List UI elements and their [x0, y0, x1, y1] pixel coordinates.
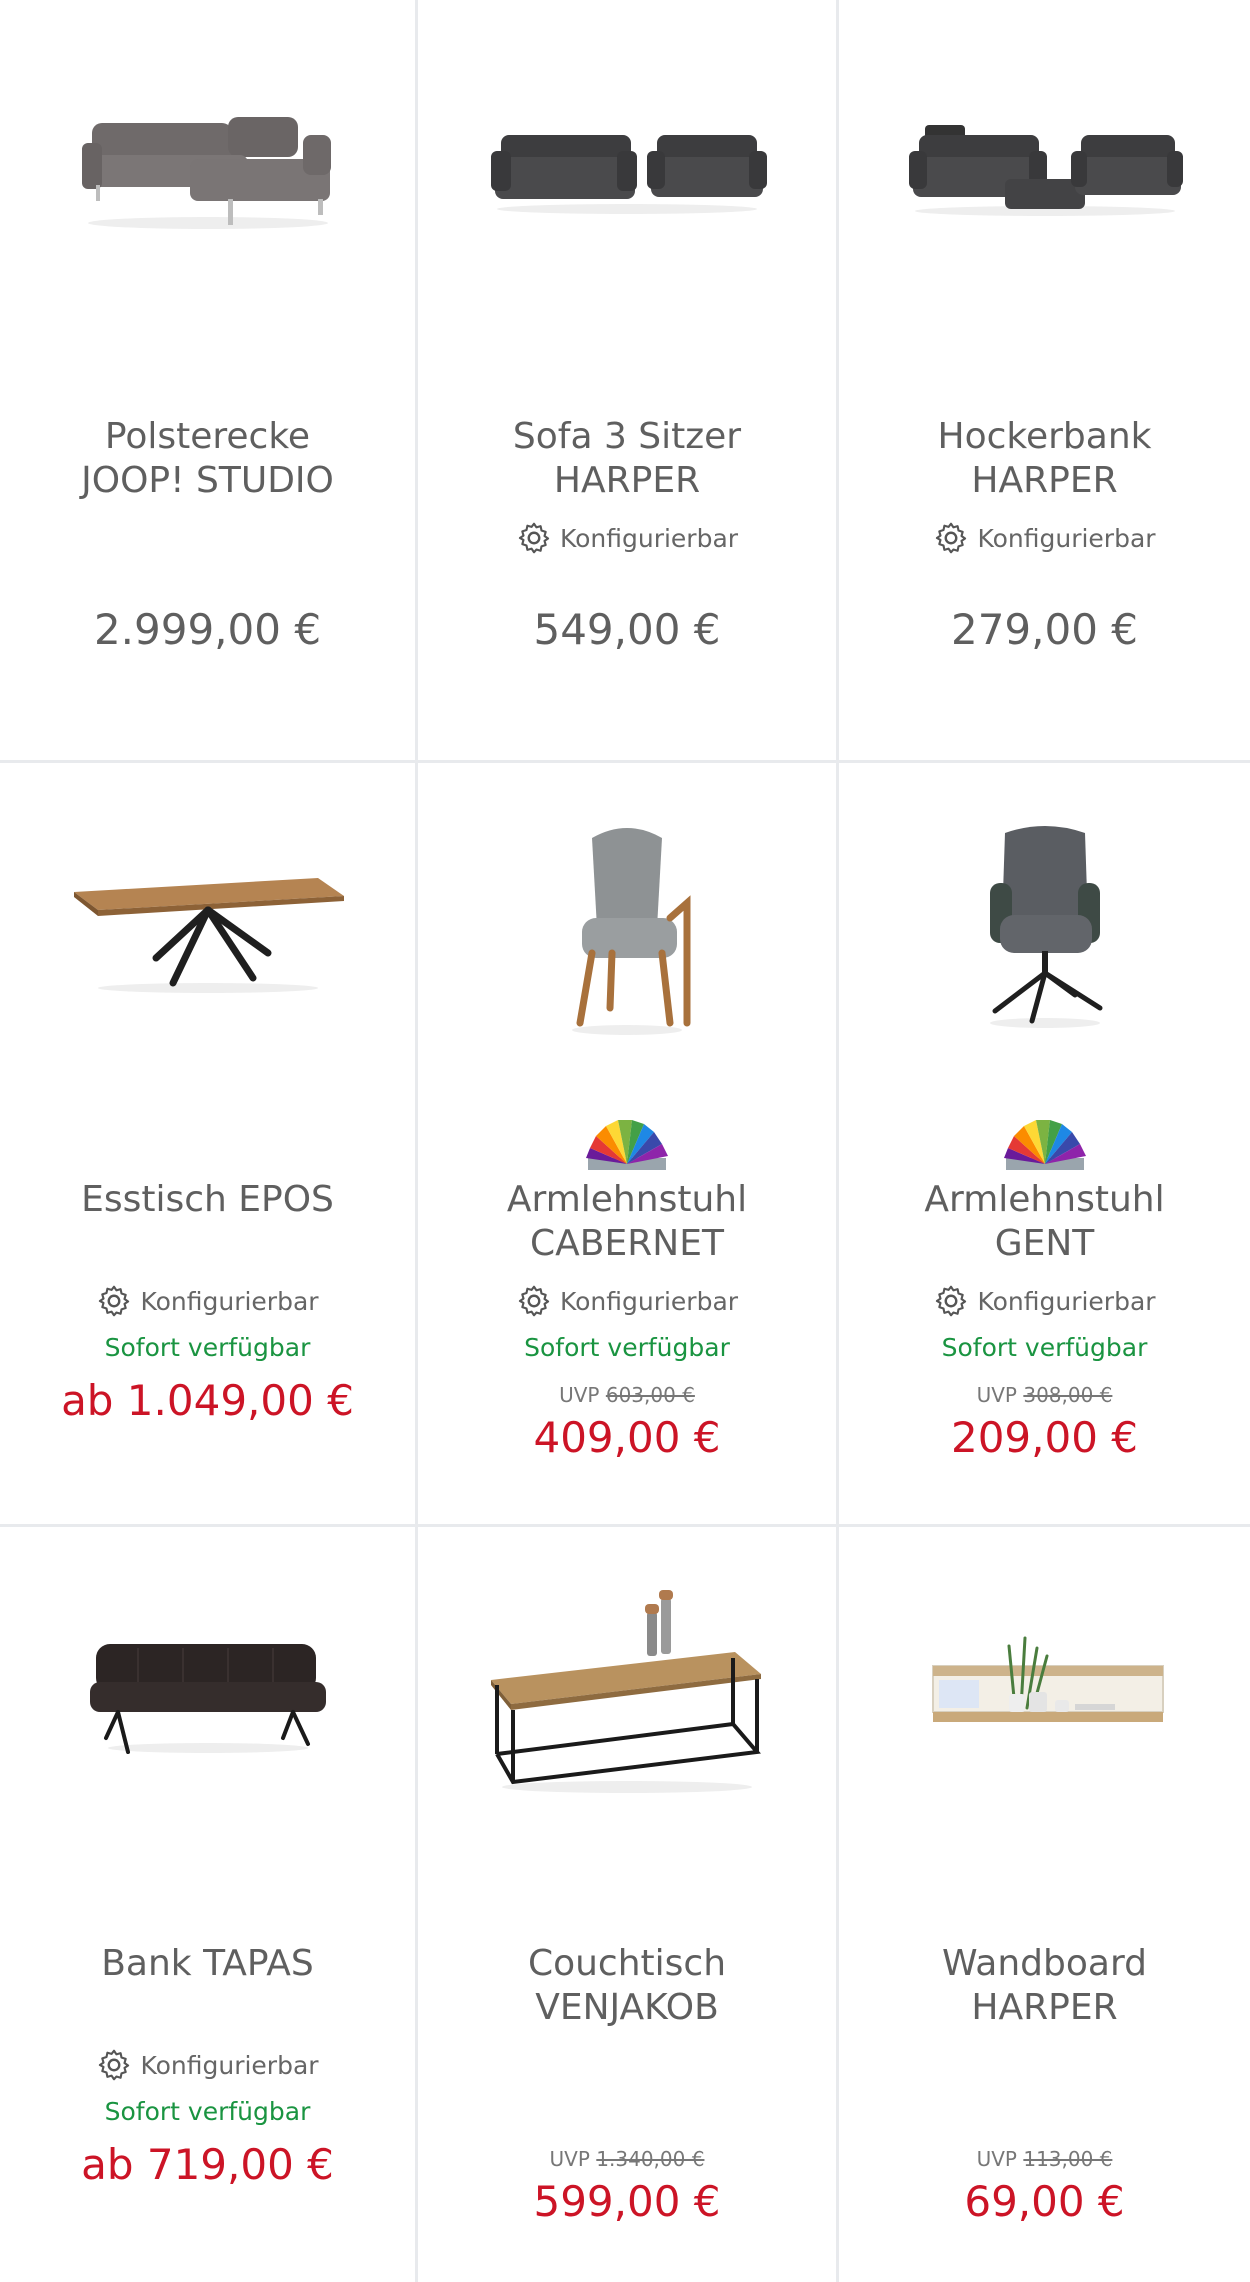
- product-title[interactable]: Armlehnstuhl CABERNET: [428, 1178, 826, 1266]
- product-card[interactable]: Couchtisch VENJAKOB UVP 1.340,00 € 599,0…: [418, 1527, 839, 2282]
- product-image-armchair[interactable]: [418, 763, 836, 1093]
- gear-icon: [99, 2049, 130, 2081]
- uvp-value: 113,00 €: [1023, 2147, 1113, 2171]
- product-price: ab 719,00 €: [81, 2140, 334, 2189]
- product-card[interactable]: Armlehnstuhl CABERNET Konfigurierbar Sof…: [418, 763, 839, 1527]
- configurable-label: Konfigurierbar: [559, 523, 739, 553]
- product-price: 599,00 €: [533, 2177, 721, 2226]
- product-title[interactable]: Couchtisch VENJAKOB: [428, 1942, 826, 2030]
- configurable-badge: Konfigurierbar: [0, 1283, 415, 1319]
- product-card[interactable]: Sofa 3 Sitzer HARPER Konfigurierbar 549,…: [418, 0, 839, 763]
- product-price: 549,00 €: [533, 605, 721, 654]
- gear-icon: [518, 1285, 550, 1317]
- product-price: ab 1.049,00 €: [61, 1376, 354, 1425]
- uvp-value: 603,00 €: [605, 1383, 695, 1407]
- product-image-bench[interactable]: [0, 1527, 415, 1857]
- product-price: 69,00 €: [964, 2177, 1125, 2226]
- product-image-sofa[interactable]: [418, 0, 836, 330]
- configurable-badge: Konfigurierbar: [839, 520, 1250, 556]
- configurable-label: Konfigurierbar: [977, 1286, 1156, 1316]
- gear-icon: [99, 1285, 130, 1317]
- availability-label: Sofort verfügbar: [104, 2097, 311, 2126]
- uvp-price: UVP 1.340,00 €: [418, 2147, 836, 2171]
- configurable-label: Konfigurierbar: [140, 2050, 319, 2080]
- product-card[interactable]: Polsterecke JOOP! STUDIO 2.999,00 €: [0, 0, 418, 763]
- product-title[interactable]: Bank TAPAS: [10, 1942, 405, 1986]
- color-fan-icon: [586, 1120, 668, 1170]
- availability-label: Sofort verfügbar: [104, 1333, 311, 1362]
- product-price: 279,00 €: [950, 605, 1139, 654]
- configurable-badge: Konfigurierbar: [418, 520, 836, 556]
- product-title[interactable]: Esstisch EPOS: [10, 1178, 405, 1222]
- product-title[interactable]: Hockerbank HARPER: [849, 415, 1240, 503]
- availability-label: Sofort verfügbar: [524, 1333, 730, 1362]
- product-price: 409,00 €: [533, 1413, 721, 1462]
- product-image-coffee-table[interactable]: [418, 1527, 836, 1857]
- product-card[interactable]: Armlehnstuhl GENT Konfigurierbar Sofort …: [839, 763, 1250, 1527]
- product-card[interactable]: Wandboard HARPER UVP 113,00 € 69,00 €: [839, 1527, 1250, 2282]
- product-title[interactable]: Wandboard HARPER: [849, 1942, 1240, 2030]
- configurable-badge: Konfigurierbar: [839, 1283, 1250, 1319]
- product-card[interactable]: Esstisch EPOS Konfigurierbar Sofort verf…: [0, 763, 418, 1527]
- configurable-label: Konfigurierbar: [977, 523, 1156, 553]
- product-image-sofa-set[interactable]: [839, 0, 1250, 330]
- uvp-prefix: UVP: [976, 1383, 1017, 1407]
- product-title[interactable]: Polsterecke JOOP! STUDIO: [10, 415, 405, 503]
- product-image-wall-shelf[interactable]: [839, 1527, 1250, 1857]
- product-price: 2.999,00 €: [93, 605, 322, 654]
- product-grid: Polsterecke JOOP! STUDIO 2.999,00 € Sofa…: [0, 0, 1250, 2282]
- uvp-price: UVP 603,00 €: [418, 1383, 836, 1407]
- product-card[interactable]: Hockerbank HARPER Konfigurierbar 279,00 …: [839, 0, 1250, 763]
- uvp-prefix: UVP: [549, 2147, 590, 2171]
- availability-label: Sofort verfügbar: [941, 1333, 1148, 1362]
- configurable-label: Konfigurierbar: [140, 1286, 319, 1316]
- product-image-corner-sofa[interactable]: [0, 0, 415, 330]
- product-price: 209,00 €: [950, 1413, 1139, 1462]
- gear-icon: [936, 1285, 967, 1317]
- uvp-value: 1.340,00 €: [596, 2147, 705, 2171]
- color-fan-icon: [1003, 1120, 1086, 1170]
- product-image-swivel-armchair[interactable]: [839, 763, 1250, 1093]
- configurable-label: Konfigurierbar: [559, 1286, 739, 1316]
- product-image-dining-table[interactable]: [0, 763, 415, 1093]
- product-card[interactable]: Bank TAPAS Konfigurierbar Sofort verfügb…: [0, 1527, 418, 2282]
- uvp-prefix: UVP: [559, 1383, 600, 1407]
- gear-icon: [518, 522, 550, 554]
- configurable-badge: Konfigurierbar: [418, 1283, 836, 1319]
- uvp-value: 308,00 €: [1023, 1383, 1113, 1407]
- product-title[interactable]: Sofa 3 Sitzer HARPER: [428, 415, 826, 503]
- uvp-price: UVP 113,00 €: [839, 2147, 1250, 2171]
- uvp-prefix: UVP: [976, 2147, 1017, 2171]
- gear-icon: [936, 522, 967, 554]
- configurable-badge: Konfigurierbar: [0, 2047, 415, 2083]
- product-title[interactable]: Armlehnstuhl GENT: [849, 1178, 1240, 1266]
- uvp-price: UVP 308,00 €: [839, 1383, 1250, 1407]
